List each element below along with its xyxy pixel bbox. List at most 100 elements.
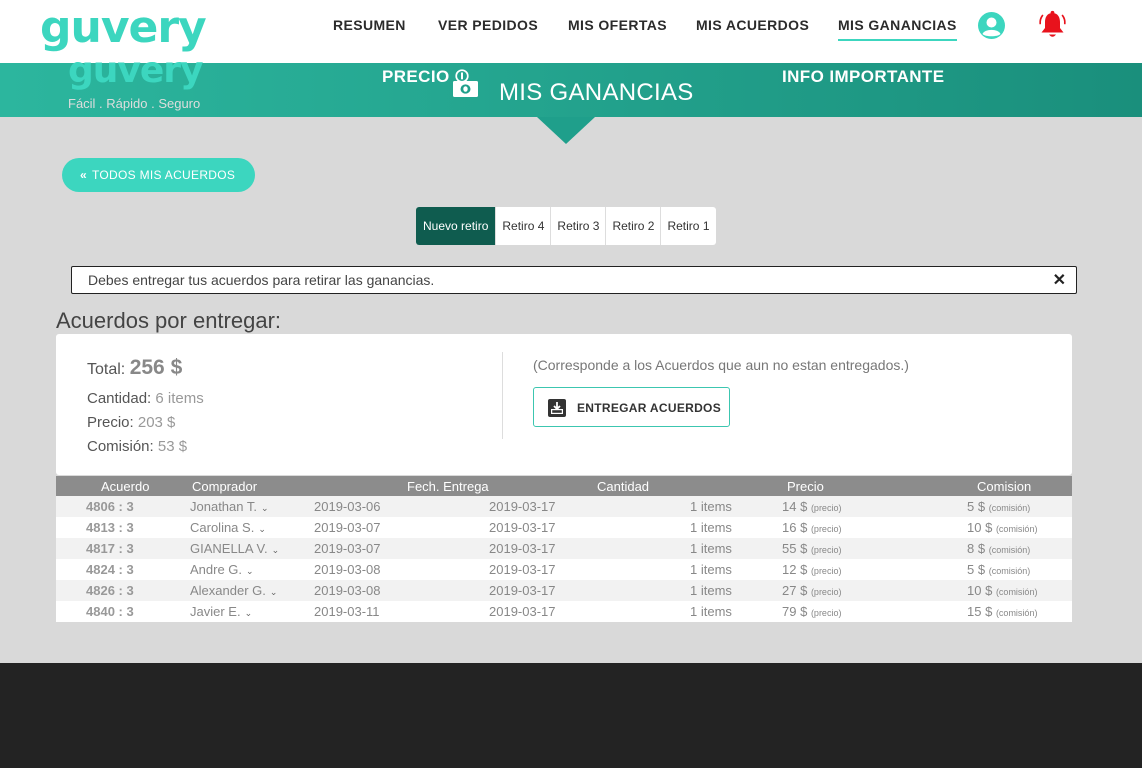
footer [0, 663, 1142, 768]
buyer-name[interactable]: Alexander G. ⌄ [190, 583, 277, 598]
price: 27 $ (precio) [782, 583, 841, 598]
total-line: Total: 256 $ [87, 356, 182, 380]
table-header: Acuerdo Comprador Fech. Entrega Cantidad… [56, 476, 1072, 496]
commission-value: 15 $ [967, 604, 993, 619]
agreement-id[interactable]: 4824 : 3 [86, 562, 134, 577]
agreement-id[interactable]: 4806 : 3 [86, 499, 134, 514]
commission: 5 $ (comisión) [967, 562, 1030, 577]
price-label: Precio: [87, 414, 134, 431]
price-suffix: (precio) [810, 545, 842, 555]
order-date: 2019-03-08 [314, 583, 381, 598]
quantity: 1 items [690, 520, 732, 535]
price: 79 $ (precio) [782, 604, 841, 619]
quantity: 1 items [690, 499, 732, 514]
divider [502, 352, 503, 439]
nav-item-resumen[interactable]: RESUMEN [333, 17, 406, 33]
table-row[interactable]: 4813 : 3 Carolina S. ⌄ 2019-03-07 2019-03-17… [56, 517, 1072, 538]
table-row[interactable]: 4824 : 3 Andre G. ⌄ 2019-03-08 2019-03-17 1 i… [56, 559, 1072, 580]
order-date: 2019-03-07 [314, 541, 381, 556]
agreement-id[interactable]: 4813 : 3 [86, 520, 134, 535]
order-date: 2019-03-07 [314, 520, 381, 535]
agreement-id[interactable]: 4826 : 3 [86, 583, 134, 598]
footer-tagline: Fácil . Rápido . Seguro [68, 96, 201, 111]
chevron-down-icon[interactable]: ⌄ [261, 503, 269, 513]
info-alert: Debes entregar tus acuerdos para retirar… [71, 266, 1077, 294]
table-row[interactable]: 4817 : 3 GIANELLA V. ⌄ 2019-03-07 2019-03-17… [56, 538, 1072, 559]
table-row[interactable]: 4806 : 3 Jonathan T. ⌄ 2019-03-06 2019-03-17… [56, 496, 1072, 517]
buyer-name[interactable]: Javier E. ⌄ [190, 604, 252, 619]
nav-item-mis-acuerdos[interactable]: MIS ACUERDOS [696, 17, 809, 33]
buyer-name[interactable]: Andre G. ⌄ [190, 562, 254, 577]
buyer-name[interactable]: Carolina S. ⌄ [190, 520, 266, 535]
commission-value: 53 $ [157, 438, 188, 455]
table-body: 4806 : 3 Jonathan T. ⌄ 2019-03-06 2019-03-17… [56, 496, 1072, 622]
commission-suffix: (comisión) [995, 524, 1038, 534]
user-circle-icon[interactable] [978, 12, 1005, 39]
info-icon[interactable] [455, 69, 469, 83]
header-fecha-entrega: Fech. Entrega [407, 479, 489, 494]
tab-retiro-3[interactable]: Retiro 3 [550, 207, 605, 245]
footer-heading-precio-label: PRECIO [382, 67, 450, 86]
all-agreements-button[interactable]: « TODOS MIS ACUERDOS [62, 158, 255, 192]
nav-item-ver-pedidos[interactable]: VER PEDIDOS [438, 17, 538, 33]
bell-icon[interactable] [1038, 10, 1067, 40]
summary-card: Total: 256 $ Cantidad: 6 items Precio: 2… [56, 334, 1072, 475]
chevron-down-icon[interactable]: ⌄ [258, 524, 266, 534]
order-date: 2019-03-08 [314, 562, 381, 577]
buyer-name-text: Jonathan T. [190, 499, 257, 514]
commission: 10 $ (comisión) [967, 583, 1037, 598]
commission: 5 $ (comisión) [967, 499, 1030, 514]
total-label: Total: [87, 361, 126, 378]
chevron-down-icon[interactable]: ⌄ [272, 545, 280, 555]
buyer-name-text: Javier E. [190, 604, 241, 619]
commission-value: 5 $ [967, 499, 986, 514]
header-cantidad: Cantidad [597, 479, 650, 494]
chevron-down-icon[interactable]: ⌄ [270, 587, 278, 597]
tab-retiro-1[interactable]: Retiro 1 [660, 207, 715, 245]
section-title: Acuerdos por entregar: [56, 308, 282, 333]
buyer-name[interactable]: GIANELLA V. ⌄ [190, 541, 279, 556]
delivery-date: 2019-03-17 [489, 499, 556, 514]
chevron-down-icon[interactable]: ⌄ [245, 608, 253, 618]
delivery-date: 2019-03-17 [489, 541, 556, 556]
table-row[interactable]: 4840 : 3 Javier E. ⌄ 2019-03-11 2019-03-17 1 … [56, 601, 1072, 622]
withdrawal-tabs: Nuevo retiro Retiro 4 Retiro 3 Retiro 2 … [416, 207, 716, 245]
price-suffix: (precio) [810, 566, 842, 576]
nav-item-mis-ofertas[interactable]: MIS OFERTAS [568, 17, 667, 33]
agreement-id[interactable]: 4840 : 3 [86, 604, 134, 619]
price-value: 16 $ [782, 520, 808, 535]
deliver-agreements-button[interactable]: ENTREGAR ACUERDOS [533, 387, 730, 427]
footer-logo[interactable]: guvery [68, 50, 204, 91]
commission-value: 10 $ [967, 520, 993, 535]
tab-retiro-4[interactable]: Retiro 4 [495, 207, 550, 245]
buyer-name-text: Andre G. [190, 562, 243, 577]
commission-suffix: (comisión) [995, 608, 1038, 618]
buyer-name[interactable]: Jonathan T. ⌄ [190, 499, 269, 514]
price: 12 $ (precio) [782, 562, 841, 577]
commission: 15 $ (comisión) [967, 604, 1037, 619]
tab-nuevo-retiro[interactable]: Nuevo retiro [416, 207, 496, 245]
quantity: 1 items [690, 583, 732, 598]
order-date: 2019-03-06 [314, 499, 381, 514]
buyer-name-text: Alexander G. [190, 583, 266, 598]
nav-item-mis-ganancias[interactable]: MIS GANANCIAS [838, 17, 957, 41]
price-value: 203 $ [137, 414, 176, 431]
close-icon[interactable]: ✕ [1053, 270, 1066, 290]
tab-retiro-2[interactable]: Retiro 2 [605, 207, 660, 245]
commission-label: Comisión: [87, 438, 154, 455]
quantity-label: Cantidad: [87, 390, 152, 407]
quantity-line: Cantidad: 6 items [87, 390, 204, 407]
commission-suffix: (comisión) [995, 587, 1038, 597]
alert-text: Debes entregar tus acuerdos para retirar… [88, 272, 435, 288]
agreements-table: Acuerdo Comprador Fech. Entrega Cantidad… [56, 476, 1072, 622]
commission-suffix: (comisión) [988, 503, 1031, 513]
quantity-value: 6 items [155, 390, 204, 407]
table-row[interactable]: 4826 : 3 Alexander G. ⌄ 2019-03-08 2019-03-1… [56, 580, 1072, 601]
order-date: 2019-03-11 [314, 604, 380, 619]
chevron-down-icon[interactable]: ⌄ [246, 566, 254, 576]
agreement-id[interactable]: 4817 : 3 [86, 541, 134, 556]
commission-suffix: (comisión) [988, 545, 1031, 555]
guvery-logo[interactable]: guvery [40, 2, 207, 53]
page-title: MIS GANANCIAS [499, 79, 694, 106]
delivery-date: 2019-03-17 [489, 604, 556, 619]
